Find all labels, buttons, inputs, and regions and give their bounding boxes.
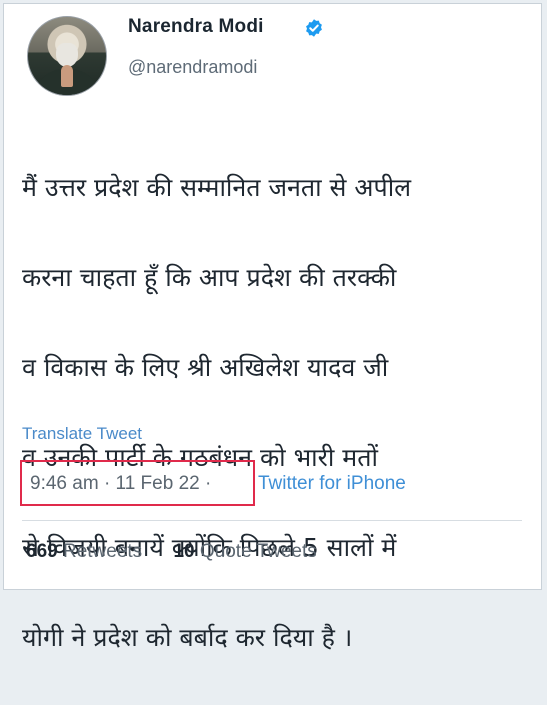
- retweets-stat[interactable]: 669 Retweets: [26, 541, 142, 563]
- tweet-date: 11 Feb 22: [115, 473, 200, 494]
- timestamp-separator: ·: [103, 473, 111, 494]
- tweet-text-line: मैं उत्तर प्रदेश की सम्मानित जनता से अपी…: [22, 173, 412, 202]
- tweet-source-link[interactable]: Twitter for iPhone: [258, 473, 406, 495]
- verified-badge-icon: [306, 19, 322, 37]
- retweets-count: 669: [26, 541, 58, 562]
- retweets-label: Retweets: [62, 541, 143, 562]
- avatar[interactable]: [27, 16, 107, 96]
- source-separator: ·: [204, 473, 212, 494]
- tweet-text: मैं उत्तर प्रदेश की सम्मानित जनता से अपी…: [22, 120, 532, 705]
- tweet-timestamp[interactable]: 9:46 am · 11 Feb 22 ·: [30, 473, 211, 495]
- tweet-text-line: करना चाहता हूँ कि आप प्रदेश की तरक्की: [22, 263, 397, 292]
- avatar-face: [56, 43, 78, 67]
- author-handle[interactable]: @narendramodi: [128, 57, 257, 78]
- quote-tweets-stat[interactable]: 10 Quote Tweets: [173, 541, 316, 563]
- author-name[interactable]: Narendra Modi: [128, 16, 264, 38]
- translate-tweet-link[interactable]: Translate Tweet: [22, 424, 142, 444]
- avatar-hands: [61, 65, 73, 87]
- divider: [22, 520, 522, 521]
- tweet-text-line: योगी ने प्रदेश को बर्बाद कर दिया है ।: [22, 623, 353, 652]
- tweet-time: 9:46 am: [30, 473, 99, 494]
- tweet-text-line: व विकास के लिए श्री अखिलेश यादव जी: [22, 353, 389, 382]
- tweet-stats: 669 Retweets 10 Quote Tweets: [26, 541, 343, 563]
- quote-tweets-count: 10: [173, 541, 195, 562]
- quote-tweets-label: Quote Tweets: [199, 541, 317, 562]
